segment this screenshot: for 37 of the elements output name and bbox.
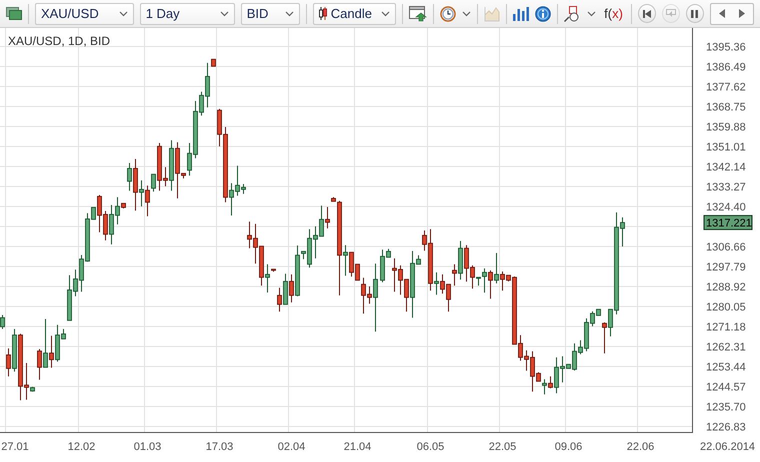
x-tick-label: 06.05 xyxy=(416,441,444,453)
chart-title: XAU/USD, 1D, BID xyxy=(8,34,110,48)
x-tick-label: 02.04 xyxy=(278,441,306,453)
y-tick-label: 1377.62 xyxy=(706,81,746,94)
function-button[interactable]: f(x) xyxy=(602,6,625,21)
y-tick-label: 1368.75 xyxy=(706,101,746,114)
y-tick-label: 1386.49 xyxy=(706,61,746,74)
y-tick-label: 1351.01 xyxy=(706,141,746,154)
dropdown[interactable]: XAU/USD xyxy=(34,2,134,24)
dropdown[interactable]: 1 Day xyxy=(140,2,235,24)
y-tick-label: 1395.36 xyxy=(706,41,746,54)
y-tick-label: 1333.27 xyxy=(706,181,746,194)
y-tick-label: 1359.88 xyxy=(706,121,746,134)
x-tick-label: 01.03 xyxy=(134,441,162,453)
x-tick-label: 22.06 xyxy=(626,441,654,453)
y-tick-label: 1244.57 xyxy=(706,381,746,394)
y-tick-label: 1280.05 xyxy=(706,301,746,314)
y-tick-label: 1288.92 xyxy=(706,281,746,294)
x-tick-label: 12.02 xyxy=(68,441,96,453)
x-tick-label: 27.01 xyxy=(1,441,29,453)
dropdown[interactable]: BID xyxy=(240,2,300,24)
y-tick-label: 1306.66 xyxy=(706,241,746,254)
x-tick-label: 17.03 xyxy=(206,441,234,453)
chart-type-dropdown[interactable]: Candle xyxy=(312,2,396,24)
x-tick-label: 21.04 xyxy=(344,441,372,453)
y-tick-label: 1262.31 xyxy=(706,341,746,354)
y-tick-label: 1235.70 xyxy=(706,401,746,414)
y-tick-label: 1226.83 xyxy=(706,421,746,434)
y-tick-label: 1324.40 xyxy=(706,201,746,214)
y-tick-label: 1297.79 xyxy=(706,261,746,274)
y-tick-label: 1271.18 xyxy=(706,321,746,334)
price-badge: 1317.221 xyxy=(704,215,752,230)
y-tick-label: 1253.44 xyxy=(706,361,746,374)
x-tick-label: 22.05 xyxy=(488,441,516,453)
x-axis-date: 22.06.2014 xyxy=(700,441,756,453)
y-tick-label: 1342.14 xyxy=(706,161,746,174)
x-tick-label: 09.06 xyxy=(554,441,582,453)
